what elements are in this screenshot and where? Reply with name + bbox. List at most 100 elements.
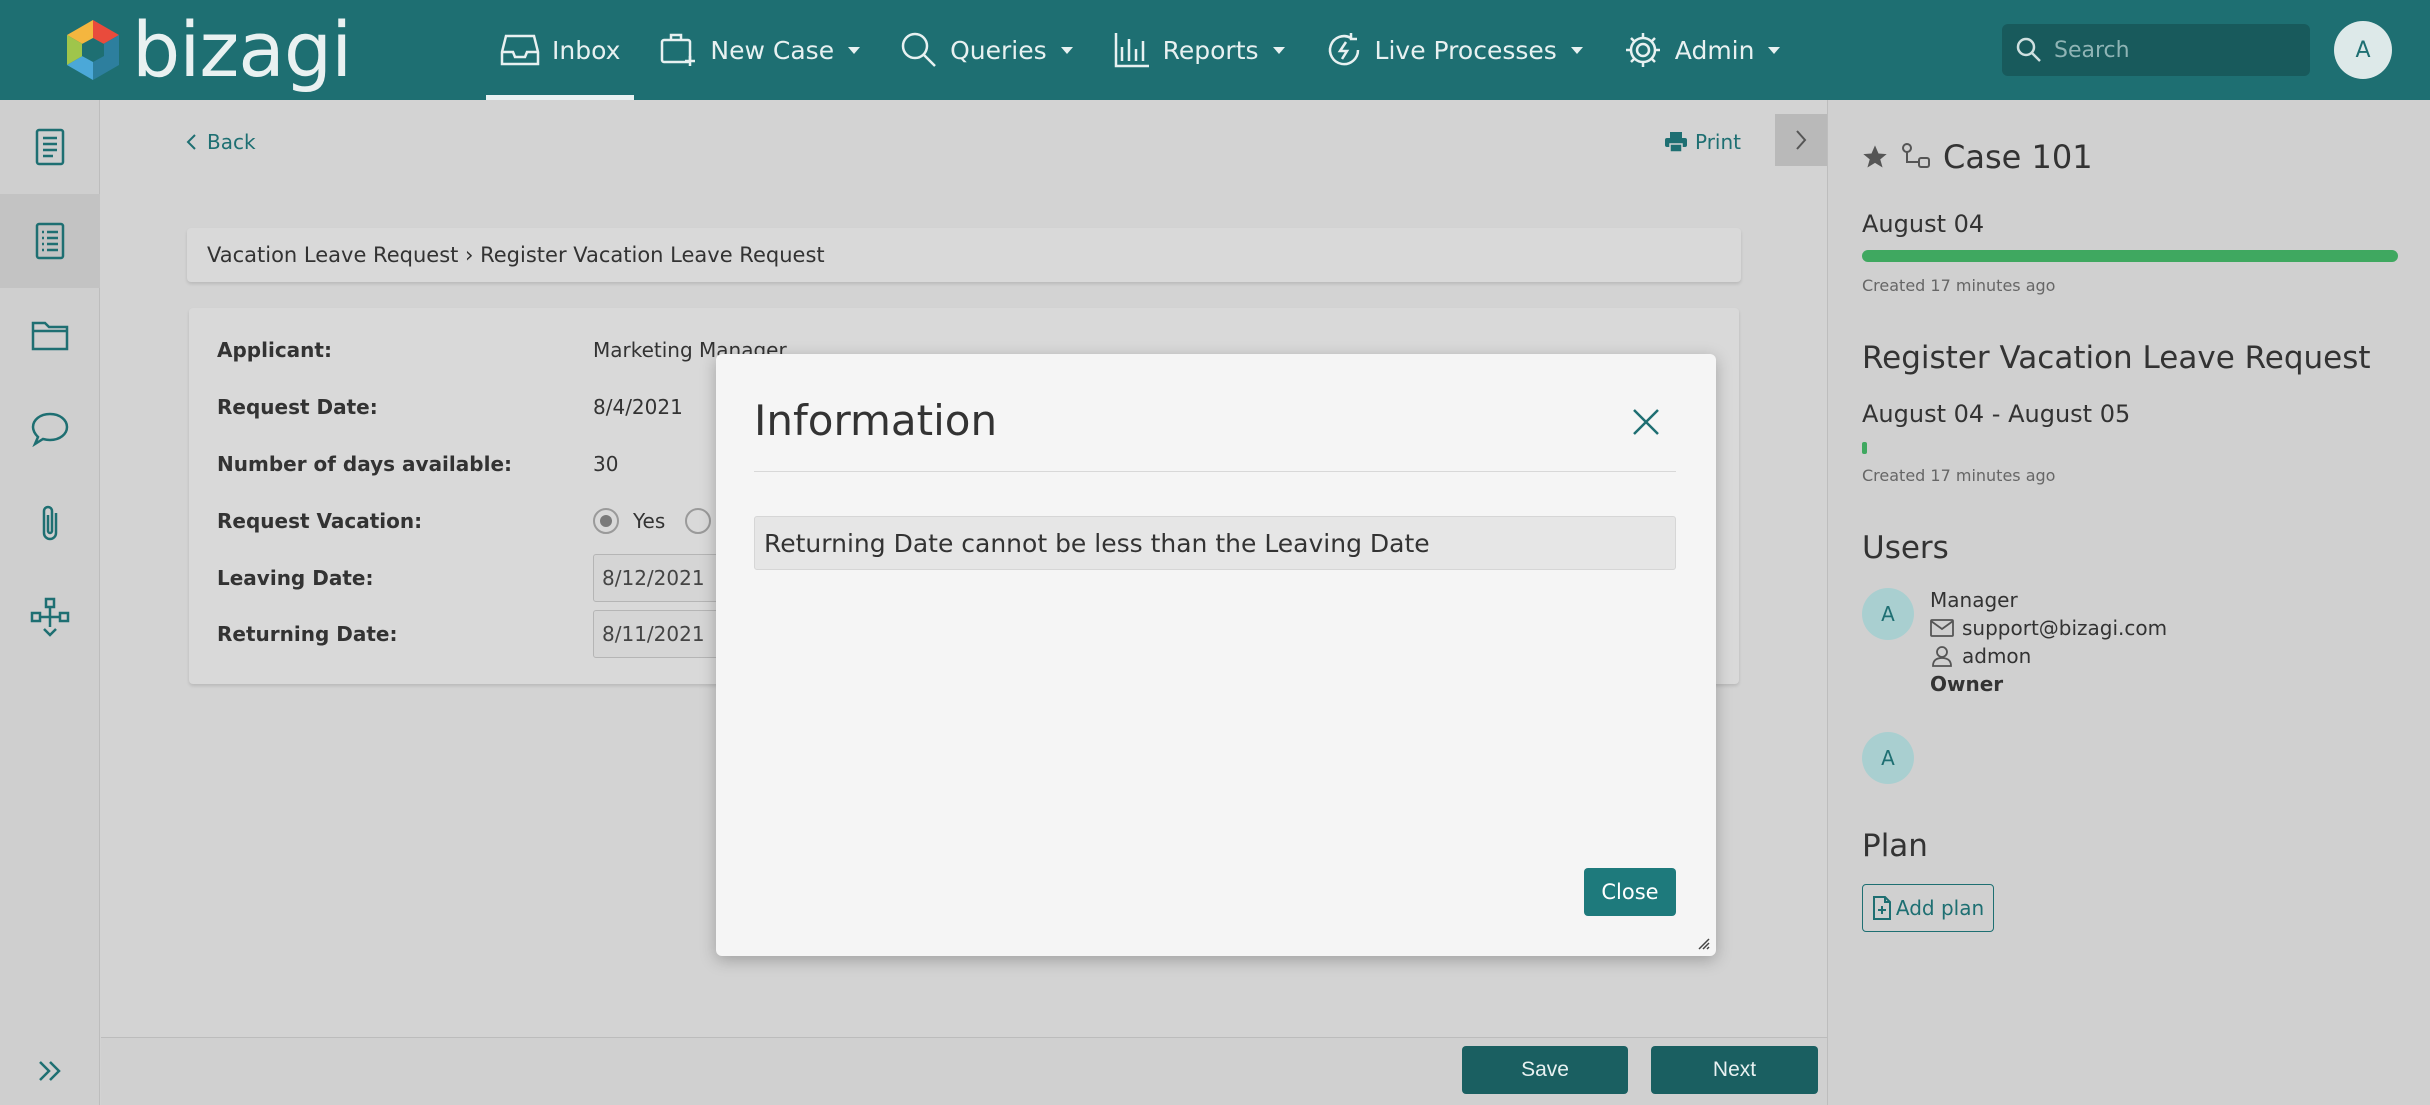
dialog-message: Returning Date cannot be less than the L… (754, 516, 1676, 570)
person-icon (1932, 646, 1952, 667)
chevron-right-icon (1796, 130, 1807, 150)
nav-label: Inbox (552, 35, 621, 65)
case-date: August 04 (1862, 210, 1985, 238)
file-plus-icon (1872, 896, 1891, 920)
save-button[interactable]: Save (1462, 1046, 1628, 1094)
chevron-down-icon (1272, 46, 1285, 54)
nav-reports[interactable]: Reports (1099, 0, 1299, 100)
days-available-label: Number of days available: (217, 452, 512, 476)
back-button[interactable]: Back (185, 130, 256, 154)
task-created: Created 17 minutes ago (1862, 466, 2056, 485)
dialog-title: Information (754, 396, 998, 445)
search-icon (2016, 37, 2041, 62)
panel-toggle-button[interactable] (1775, 114, 1827, 166)
printer-icon (1665, 132, 1687, 152)
chevron-down-icon (1060, 46, 1073, 54)
search-box[interactable] (2002, 24, 2310, 76)
sidebar-item-form[interactable] (0, 100, 100, 194)
leaving-date-input[interactable]: 8/12/2021 (593, 554, 733, 602)
task-title: Register Vacation Leave Request (1862, 340, 2371, 376)
bottom-action-bar: Save Next (101, 1037, 1827, 1105)
user-username-row: admon (1930, 644, 2031, 668)
mail-icon (1930, 619, 1954, 637)
nav-inbox[interactable]: Inbox (486, 0, 635, 100)
sidebar-expand-button[interactable] (0, 1051, 100, 1091)
sidebar-item-process-map[interactable] (0, 570, 100, 664)
information-dialog: Information Returning Date cannot be les… (716, 354, 1716, 956)
brand-name: bizagi (132, 5, 352, 94)
request-date-value: 8/4/2021 (593, 395, 683, 419)
form-row-request-vacation: Request Vacation: Yes (217, 501, 725, 541)
applicant-label: Applicant: (217, 338, 332, 362)
chart-icon (1114, 33, 1149, 68)
case-title-row: Case 101 (1861, 138, 2093, 176)
radio-no[interactable] (685, 508, 712, 534)
user-avatar[interactable]: A (1862, 588, 1914, 640)
radio-yes[interactable] (593, 508, 619, 534)
request-date-label: Request Date: (217, 395, 378, 419)
chevron-down-icon (1768, 46, 1781, 54)
user-username: admon (1962, 644, 2032, 668)
users-heading: Users (1862, 530, 1949, 566)
case-created: Created 17 minutes ago (1862, 276, 2056, 295)
user-avatar[interactable]: A (1862, 732, 1914, 784)
user-role: Manager (1930, 588, 2018, 612)
star-icon[interactable] (1861, 143, 1889, 171)
chevron-down-icon (1570, 46, 1583, 54)
add-plan-button[interactable]: Add plan (1862, 884, 1994, 932)
double-chevron-right-icon (39, 1061, 61, 1081)
sidebar-item-documents[interactable] (0, 288, 100, 382)
process-map-icon (30, 597, 70, 637)
nav-queries[interactable]: Queries (886, 0, 1087, 100)
form-icon (35, 128, 65, 166)
task-date-range: August 04 - August 05 (1862, 400, 2131, 428)
search-input[interactable] (2054, 37, 2294, 63)
nav-admin[interactable]: Admin (1609, 0, 1795, 100)
plan-heading: Plan (1862, 828, 1928, 864)
dialog-divider (754, 471, 1676, 472)
case-info-panel: Case 101 August 04 Created 17 minutes ag… (1827, 100, 2430, 1105)
back-label: Back (207, 130, 256, 154)
sidebar-item-attachments[interactable] (0, 476, 100, 570)
nav-label: Queries (950, 35, 1047, 65)
request-vacation-label: Request Vacation: (217, 509, 423, 533)
user-owner-tag: Owner (1930, 672, 2004, 696)
main-nav: Inbox New Case Queries Reports Live Proc… (486, 0, 1806, 100)
sidebar-item-form-list[interactable] (0, 194, 100, 288)
user-avatar[interactable]: A (2334, 21, 2392, 79)
bizagi-logo[interactable]: bizagi (64, 5, 352, 94)
print-label: Print (1695, 130, 1742, 154)
chevron-left-icon (186, 134, 196, 150)
case-title: Case 101 (1943, 138, 2093, 176)
chevron-down-icon (848, 46, 861, 54)
briefcase-plus-icon (661, 33, 696, 66)
next-button[interactable]: Next (1651, 1046, 1818, 1094)
form-list-icon (35, 222, 65, 260)
nav-live-processes[interactable]: Live Processes (1311, 0, 1597, 100)
left-sidebar (0, 100, 100, 1105)
user-email-row: support@bizagi.com (1930, 616, 2167, 640)
task-progress-bar (1862, 442, 1867, 454)
print-button[interactable]: Print (1665, 130, 1741, 154)
leaving-date-label: Leaving Date: (217, 566, 374, 590)
dialog-close-button[interactable]: Close (1584, 868, 1676, 916)
sidebar-item-comments[interactable] (0, 382, 100, 476)
close-icon[interactable] (1628, 404, 1664, 440)
breadcrumb: Vacation Leave Request › Register Vacati… (187, 228, 1741, 282)
nav-new-case[interactable]: New Case (646, 0, 874, 100)
chat-icon (31, 412, 69, 447)
resize-handle-icon[interactable] (1698, 938, 1710, 950)
top-navigation-bar: bizagi Inbox New Case Queries Reports Li… (0, 0, 2430, 100)
inbox-icon (500, 34, 540, 66)
nav-label: Reports (1162, 35, 1259, 65)
form-row-days-available: Number of days available: 30 (217, 444, 618, 484)
form-row-applicant: Applicant: Marketing Manager (217, 330, 787, 370)
returning-date-label: Returning Date: (217, 622, 398, 646)
live-process-icon (1328, 33, 1359, 66)
form-row-leaving-date: Leaving Date: 8/12/2021 (217, 554, 733, 602)
radio-yes-label: Yes (633, 509, 666, 533)
form-row-returning-date: Returning Date: 8/11/2021 (217, 610, 733, 658)
days-available-value: 30 (593, 452, 619, 476)
returning-date-input[interactable]: 8/11/2021 (593, 610, 733, 658)
form-row-request-date: Request Date: 8/4/2021 (217, 387, 683, 427)
